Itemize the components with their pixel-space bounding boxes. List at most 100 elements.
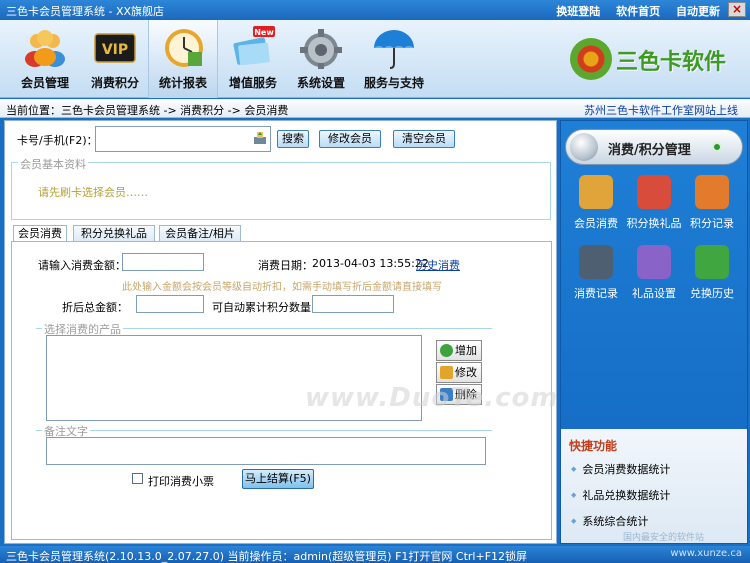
quick-item-consume-stats[interactable]: 会员消费数据统计 xyxy=(571,461,670,477)
right-member-consume[interactable]: 会员消费 xyxy=(565,175,627,237)
add-product-button[interactable]: 增加 xyxy=(436,340,482,361)
quick-functions: 快捷功能 会员消费数据统计 礼品兑换数据统计 系统综合统计 国内最安全的软件站 xyxy=(561,429,747,543)
consume-icon xyxy=(579,175,613,209)
toolbar-system-settings[interactable]: 系统设置 xyxy=(286,20,356,98)
member-info-group: 会员基本资料 请先刷卡选择会员…… xyxy=(11,156,551,220)
window-title: 三色卡会员管理系统 - XX旗舰店 xyxy=(6,5,165,18)
status-text: 三色卡会员管理系统(2.10.13.0_2.07.27.0) 当前操作员：adm… xyxy=(6,550,528,563)
title-links: 换班登陆 软件首页 自动更新 xyxy=(544,3,720,19)
breadcrumb: 当前位置：三色卡会员管理系统 -> 消费积分 -> 会员消费 xyxy=(6,104,289,117)
clock-report-icon xyxy=(165,29,203,67)
status-dot-icon xyxy=(712,142,722,152)
vip-card-icon: VIP xyxy=(94,33,136,63)
discount-tip: 此处输入金额会按会员等级自动折扣，如需手动填写折后金额请直接填写 xyxy=(122,282,442,293)
right-points-record[interactable]: 积分记录 xyxy=(681,175,743,237)
quick-item-system-stats[interactable]: 系统综合统计 xyxy=(571,513,648,529)
tv-icon xyxy=(695,175,729,209)
toolbar-label: 统计报表 xyxy=(158,76,207,90)
right-panel: 消费/积分管理 会员消费 积分换礼品 积分记录 消费记录 礼品设置 兑换历史 快… xyxy=(560,120,748,544)
date-value: 2013-04-03 13:55:22 xyxy=(312,257,429,270)
delete-button-label: 删除 xyxy=(455,388,477,401)
laptop-icon xyxy=(579,245,613,279)
card-phone-input[interactable] xyxy=(95,126,271,152)
gift-icon xyxy=(637,175,671,209)
member-info-caption: 会员基本资料 xyxy=(18,156,88,172)
umbrella-icon xyxy=(374,30,414,69)
products-list[interactable] xyxy=(46,335,422,421)
header-knob-icon xyxy=(570,133,598,161)
logo-text: 三色卡软件 xyxy=(616,50,727,75)
status-bar: 三色卡会员管理系统(2.10.13.0_2.07.27.0) 当前操作员：adm… xyxy=(0,546,750,563)
logo-ball-icon xyxy=(570,38,612,80)
clear-member-button[interactable]: 清空会员 xyxy=(393,130,455,148)
switch-shift-link[interactable]: 换班登陆 xyxy=(556,5,600,18)
toolbar-service-support[interactable]: 服务与支持 xyxy=(356,20,432,98)
discount-total-label: 折后总金额： xyxy=(62,301,128,314)
card-phone-label: 卡号/手机(F2)： xyxy=(17,134,98,147)
remark-input[interactable] xyxy=(46,437,486,465)
share-icon xyxy=(637,245,671,279)
trash-icon xyxy=(440,388,453,401)
quick-functions-title: 快捷功能 xyxy=(569,439,618,453)
right-button-label: 消费记录 xyxy=(574,287,618,300)
svg-text:New: New xyxy=(254,28,274,37)
toolbar-stats-report[interactable]: 统计报表 xyxy=(148,20,218,98)
pencil-icon xyxy=(440,366,453,379)
edit-product-button[interactable]: 修改 xyxy=(436,362,482,383)
right-button-label: 兑换历史 xyxy=(690,287,734,300)
toolbar-value-added[interactable]: New 增值服务 xyxy=(218,20,288,98)
history-consume-link[interactable]: 历史消费 xyxy=(416,257,460,273)
right-panel-title: 消费/积分管理 xyxy=(608,143,691,158)
tab-points-gift[interactable]: 积分兑换礼品 xyxy=(73,225,155,242)
toolbar-label: 系统设置 xyxy=(296,76,345,90)
right-button-label: 积分换礼品 xyxy=(626,217,682,230)
right-consume-record[interactable]: 消费记录 xyxy=(565,245,627,307)
consume-points-header: 消费/积分管理 xyxy=(565,129,743,165)
right-gift-settings[interactable]: 礼品设置 xyxy=(623,245,685,307)
auto-points-label: 可自动累计积分数量： xyxy=(212,301,322,314)
toolbar-label: 增值服务 xyxy=(228,76,277,90)
members-icon xyxy=(25,30,65,67)
quick-footer-watermark: 国内最安全的软件站 xyxy=(623,533,705,543)
new-service-icon: New xyxy=(233,26,275,66)
search-button[interactable]: 搜索 xyxy=(277,130,309,148)
website-link[interactable]: 苏州三色卡软件工作室网站上线 xyxy=(584,102,738,118)
amount-input[interactable] xyxy=(122,253,204,271)
member-info-hint: 请先刷卡选择会员…… xyxy=(38,186,148,199)
auto-update-link[interactable]: 自动更新 xyxy=(676,5,720,18)
svg-text:VIP: VIP xyxy=(102,42,128,58)
right-button-label: 会员消费 xyxy=(574,217,618,230)
print-receipt-checkbox[interactable] xyxy=(132,473,143,484)
toolbar-consume-points[interactable]: VIP 消费积分 xyxy=(80,20,150,98)
quick-item-gift-stats[interactable]: 礼品兑换数据统计 xyxy=(571,487,670,503)
card-reader-icon[interactable] xyxy=(253,131,267,145)
title-bar: 三色卡会员管理系统 - XX旗舰店 换班登陆 软件首页 自动更新 × xyxy=(0,0,750,20)
right-button-label: 礼品设置 xyxy=(632,287,676,300)
toolbar-label: 消费积分 xyxy=(90,76,139,90)
toolbar-label: 会员管理 xyxy=(20,76,69,90)
date-label: 消费日期： xyxy=(258,259,313,272)
software-home-link[interactable]: 软件首页 xyxy=(616,5,660,18)
delete-product-button[interactable]: 删除 xyxy=(436,384,482,405)
products-group: 选择消费的产品 xyxy=(36,321,492,337)
breadcrumb-bar: 当前位置：三色卡会员管理系统 -> 消费积分 -> 会员消费 苏州三色卡软件工作… xyxy=(0,99,750,118)
right-points-gift[interactable]: 积分换礼品 xyxy=(623,175,685,237)
edit-member-button[interactable]: 修改会员 xyxy=(319,130,381,148)
auto-points-input[interactable] xyxy=(312,295,394,313)
status-right: www.xunze.ca xyxy=(670,548,742,559)
amount-label: 请输入消费金额： xyxy=(38,259,126,272)
heart-bag-icon xyxy=(695,245,729,279)
close-button[interactable]: × xyxy=(728,2,746,17)
toolbar-label: 服务与支持 xyxy=(363,76,424,90)
brand-logo: 三色卡软件 xyxy=(570,38,740,82)
discount-total-input[interactable] xyxy=(136,295,204,313)
right-exchange-history[interactable]: 兑换历史 xyxy=(681,245,743,307)
print-receipt-label: 打印消费小票 xyxy=(148,475,214,488)
add-button-label: 增加 xyxy=(455,344,477,357)
toolbar-member-management[interactable]: 会员管理 xyxy=(10,20,80,98)
edit-button-label: 修改 xyxy=(455,366,477,379)
settle-button[interactable]: 马上结算(F5) xyxy=(242,469,314,489)
add-icon xyxy=(440,344,453,357)
tab-member-remark-photo[interactable]: 会员备注/相片 xyxy=(159,225,241,242)
gear-icon xyxy=(300,29,342,69)
